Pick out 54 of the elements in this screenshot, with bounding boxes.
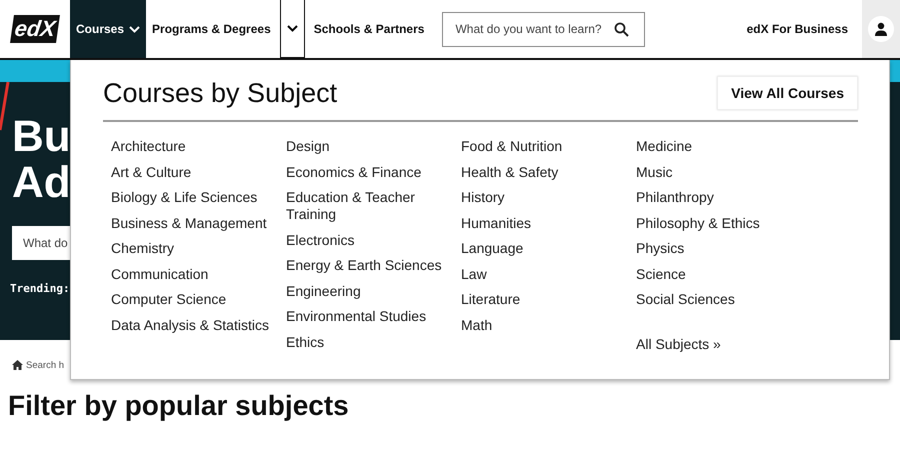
- nav-menu-item[interactable]: Courses: [70, 0, 146, 58]
- subject-link[interactable]: Electronics: [286, 232, 454, 248]
- hero-title: Ad: [12, 160, 70, 206]
- subject-link[interactable]: Physics: [636, 240, 811, 257]
- subject-link[interactable]: Economics & Finance: [286, 164, 454, 180]
- person-icon: [874, 22, 888, 36]
- subject-link[interactable]: History: [461, 189, 636, 206]
- edx-logo[interactable]: edX: [10, 15, 60, 43]
- business-link[interactable]: edX For Business: [746, 22, 848, 36]
- nav-menu-item[interactable]: Schools & Partners: [308, 0, 430, 58]
- subject-link[interactable]: Music: [636, 164, 811, 180]
- subject-link[interactable]: Science: [636, 266, 811, 282]
- subject-link[interactable]: Law: [461, 266, 636, 282]
- search-field[interactable]: What do you want to learn?: [442, 12, 646, 46]
- subject-link[interactable]: Math: [461, 316, 636, 334]
- view-all-courses-button[interactable]: View All Courses: [717, 76, 858, 110]
- subject-link[interactable]: Ethics: [286, 334, 454, 350]
- hero-title: Bu: [12, 114, 70, 160]
- subject-link[interactable]: Chemistry: [111, 240, 286, 257]
- subject-link[interactable]: Biology & Life Sciences: [111, 189, 286, 206]
- account-button[interactable]: [868, 16, 894, 42]
- search-icon[interactable]: [614, 22, 630, 36]
- home-icon[interactable]: [12, 360, 23, 370]
- subject-link[interactable]: Energy & Earth Sciences: [286, 257, 454, 274]
- subject-link[interactable]: Health & Safety: [461, 164, 636, 180]
- dropdown-toggle[interactable]: [280, 0, 305, 58]
- subject-link[interactable]: Education & Teacher Training: [286, 189, 454, 223]
- subject-link[interactable]: Engineering: [286, 282, 454, 300]
- subject-link[interactable]: Architecture: [111, 138, 286, 155]
- subject-link[interactable]: Philanthropy: [636, 189, 811, 206]
- all-subjects-link[interactable]: All Subjects »: [636, 336, 811, 353]
- subject-link[interactable]: Food & Nutrition: [461, 138, 636, 155]
- hero-search-field[interactable]: What do: [12, 226, 70, 260]
- subject-link[interactable]: Language: [461, 240, 636, 257]
- subject-link[interactable]: Environmental Studies: [286, 308, 454, 325]
- subject-link[interactable]: Literature: [461, 291, 636, 308]
- chevron-down-icon: [129, 26, 140, 32]
- subject-link[interactable]: Business & Management: [111, 214, 286, 232]
- breadcrumb-link[interactable]: Search h: [26, 360, 64, 370]
- subject-link[interactable]: Social Sciences: [636, 291, 811, 308]
- subject-link[interactable]: Art & Culture: [111, 164, 286, 180]
- stripe-decoration: [0, 82, 10, 132]
- subject-link[interactable]: Philosophy & Ethics: [636, 214, 811, 232]
- subject-link[interactable]: Humanities: [461, 214, 636, 232]
- chevron-down-icon: [286, 25, 298, 32]
- menu-title: Courses by Subject: [103, 78, 338, 108]
- subject-link[interactable]: Data Analysis & Statistics: [111, 316, 286, 334]
- trending-label: Trending:: [10, 282, 70, 295]
- nav-menu-item[interactable]: Programs & Degrees: [146, 0, 277, 58]
- subject-link[interactable]: Communication: [111, 266, 286, 282]
- subject-link[interactable]: Design: [286, 138, 454, 155]
- section-heading: Filter by popular subjects: [8, 390, 350, 422]
- subject-link[interactable]: Computer Science: [111, 291, 286, 308]
- subject-link[interactable]: Medicine: [636, 138, 811, 155]
